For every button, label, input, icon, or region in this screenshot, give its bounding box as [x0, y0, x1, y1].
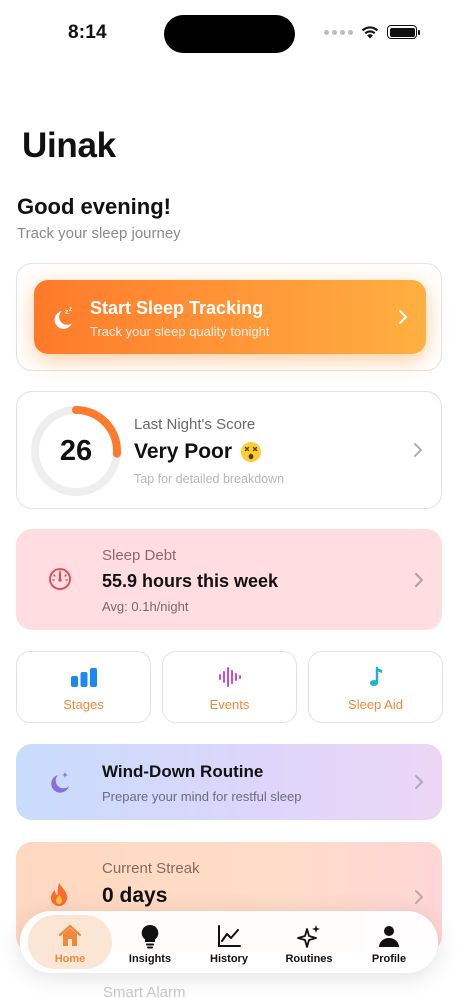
stages-label: Stages: [63, 697, 104, 712]
tab-history[interactable]: History: [187, 915, 271, 969]
events-tile[interactable]: Events: [162, 651, 297, 723]
bar-chart-icon: [70, 668, 97, 687]
start-tracking-card: z z Start Sleep Tracking Track your slee…: [16, 263, 442, 371]
tab-home[interactable]: Home: [28, 915, 112, 969]
tab-history-label: History: [210, 953, 248, 965]
sleep-aid-label: Sleep Aid: [348, 697, 403, 712]
status-bar: 8:14: [0, 0, 459, 70]
chevron-right-icon: [414, 443, 422, 457]
battery-icon: [387, 25, 420, 39]
score-rating: Very Poor: [134, 440, 262, 464]
wind-down-subtitle: Prepare your mind for restful sleep: [102, 789, 302, 804]
app-title: Uinak: [22, 126, 116, 165]
chevron-right-icon: [415, 572, 423, 587]
tab-bar: Home Insights History Routines Profile: [20, 911, 438, 973]
line-chart-icon: [218, 925, 241, 947]
sleep-debt-value: 55.9 hours this week: [102, 571, 279, 591]
person-icon: [379, 926, 399, 947]
gauge-icon: [49, 568, 71, 590]
music-note-icon: [369, 666, 382, 686]
status-time: 8:14: [68, 22, 107, 43]
sleep-debt-average: Avg: 0.1h/night: [102, 599, 189, 614]
house-icon: [58, 924, 82, 946]
wind-down-title: Wind-Down Routine: [102, 762, 264, 781]
flame-icon: [51, 883, 67, 906]
score-value: 26: [59, 434, 93, 467]
start-sleep-tracking-button[interactable]: z z Start Sleep Tracking Track your slee…: [34, 280, 426, 354]
cellular-signal-icon: [324, 29, 353, 35]
sparkles-icon: [297, 925, 320, 948]
tab-home-label: Home: [54, 953, 86, 965]
start-tracking-subtitle: Track your sleep quality tonight: [90, 324, 270, 339]
last-night-score-card[interactable]: 26 Last Night's Score Very Poor Tap for …: [16, 391, 442, 509]
tab-insights-label: Insights: [128, 953, 172, 965]
moon-zzz-icon: z z: [54, 307, 72, 329]
chevron-right-icon: [399, 310, 407, 324]
score-hint: Tap for detailed breakdown: [134, 472, 285, 486]
start-tracking-title: Start Sleep Tracking: [90, 298, 264, 318]
chevron-right-icon: [415, 890, 423, 904]
sleep-debt-card[interactable]: Sleep Debt 55.9 hours this week Avg: 0.1…: [16, 529, 442, 630]
dizzy-face-icon: [241, 442, 262, 462]
score-rating-text: Very Poor: [134, 440, 233, 463]
tab-profile[interactable]: Profile: [347, 915, 431, 969]
sleep-debt-label: Sleep Debt: [102, 547, 177, 564]
smart-alarm-label: Smart Alarm: [103, 984, 186, 998]
dynamic-island: [164, 15, 295, 53]
status-icons: [324, 25, 420, 39]
waveform-icon: [218, 667, 241, 687]
streak-label: Current Streak: [102, 860, 200, 877]
events-label: Events: [209, 697, 250, 712]
svg-text:z: z: [69, 307, 72, 313]
greeting-subtitle: Track your sleep journey: [17, 225, 181, 242]
lightbulb-icon: [141, 924, 159, 949]
streak-value: 0 days: [102, 884, 168, 907]
score-label: Last Night's Score: [134, 416, 256, 433]
tab-routines-label: Routines: [285, 953, 333, 965]
wifi-icon: [361, 26, 379, 39]
tab-profile-label: Profile: [371, 953, 407, 965]
chevron-right-icon: [415, 775, 423, 789]
wind-down-routine-card[interactable]: Wind-Down Routine Prepare your mind for …: [16, 744, 442, 820]
tab-routines[interactable]: Routines: [267, 915, 351, 969]
moon-stars-icon: [51, 772, 69, 793]
sleep-aid-tile[interactable]: Sleep Aid: [308, 651, 443, 723]
greeting: Good evening!: [17, 194, 171, 219]
tab-insights[interactable]: Insights: [108, 915, 192, 969]
stages-tile[interactable]: Stages: [16, 651, 151, 723]
